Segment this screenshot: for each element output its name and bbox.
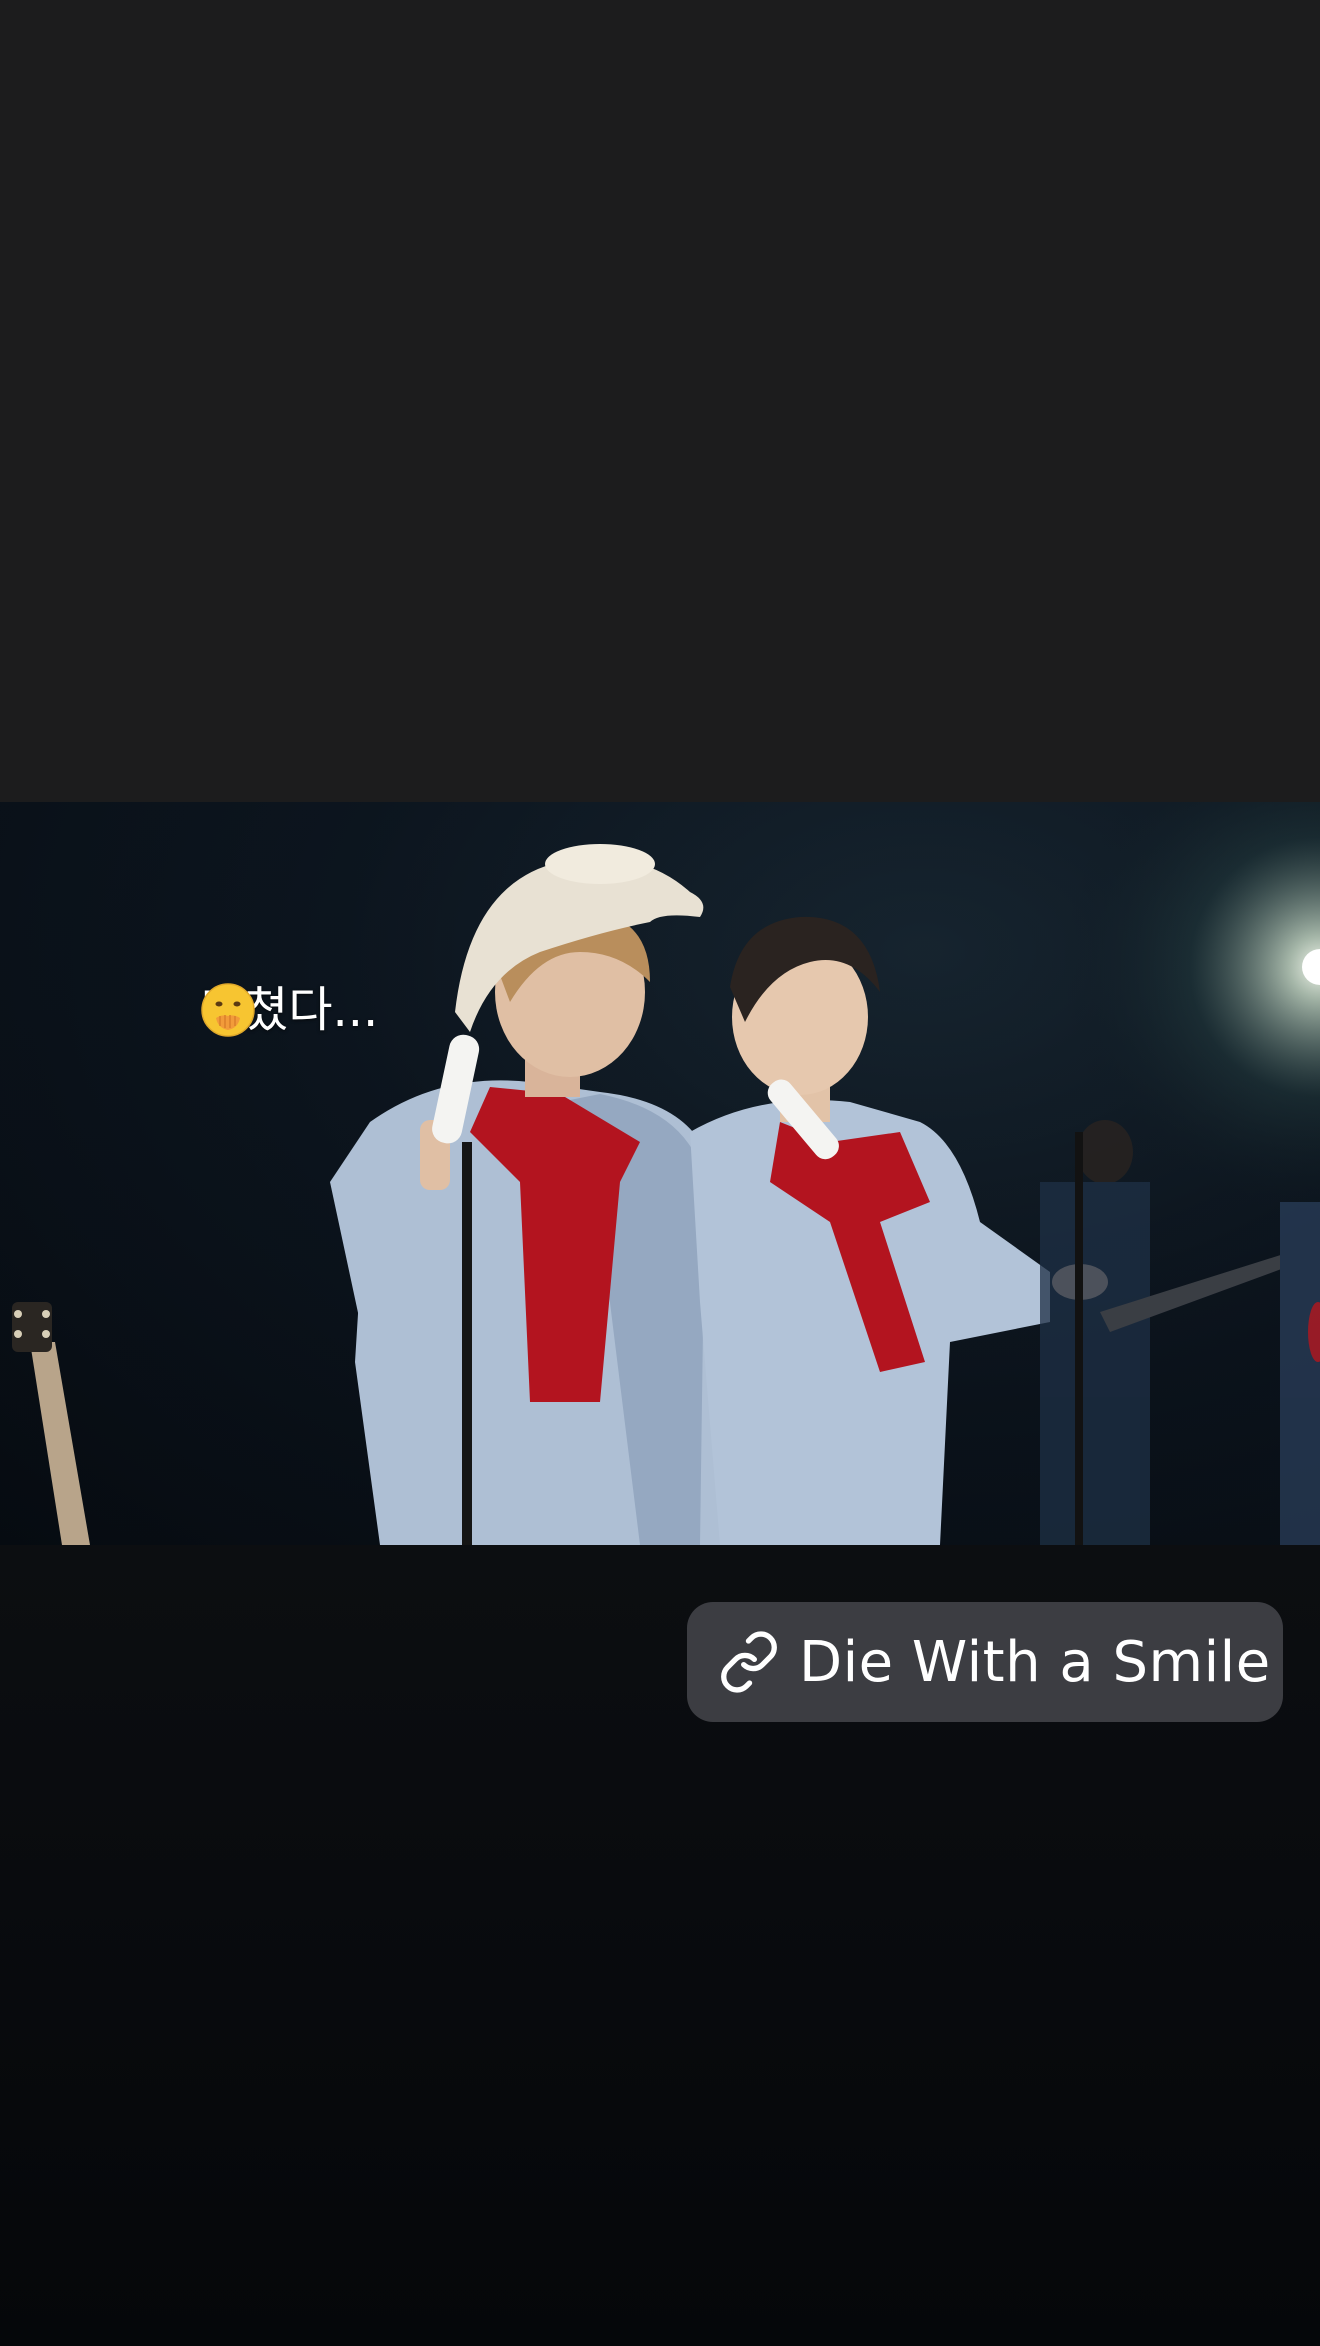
story-background-top	[0, 0, 1320, 802]
face-with-hand-over-mouth-icon	[201, 983, 255, 1037]
performance-photo-illustration	[0, 802, 1320, 1545]
mic-stand-right	[1075, 1132, 1083, 1545]
link-sticker[interactable]: Die With a Smile	[687, 1602, 1283, 1722]
story-viewer[interactable]: 미쳤다... Die With a Smile	[0, 0, 1320, 2346]
link-sticker-label: Die With a Smile	[799, 1629, 1271, 1695]
story-photo: 미쳤다...	[0, 802, 1320, 1545]
link-icon	[721, 1631, 777, 1693]
story-caption: 미쳤다...	[200, 982, 378, 1038]
